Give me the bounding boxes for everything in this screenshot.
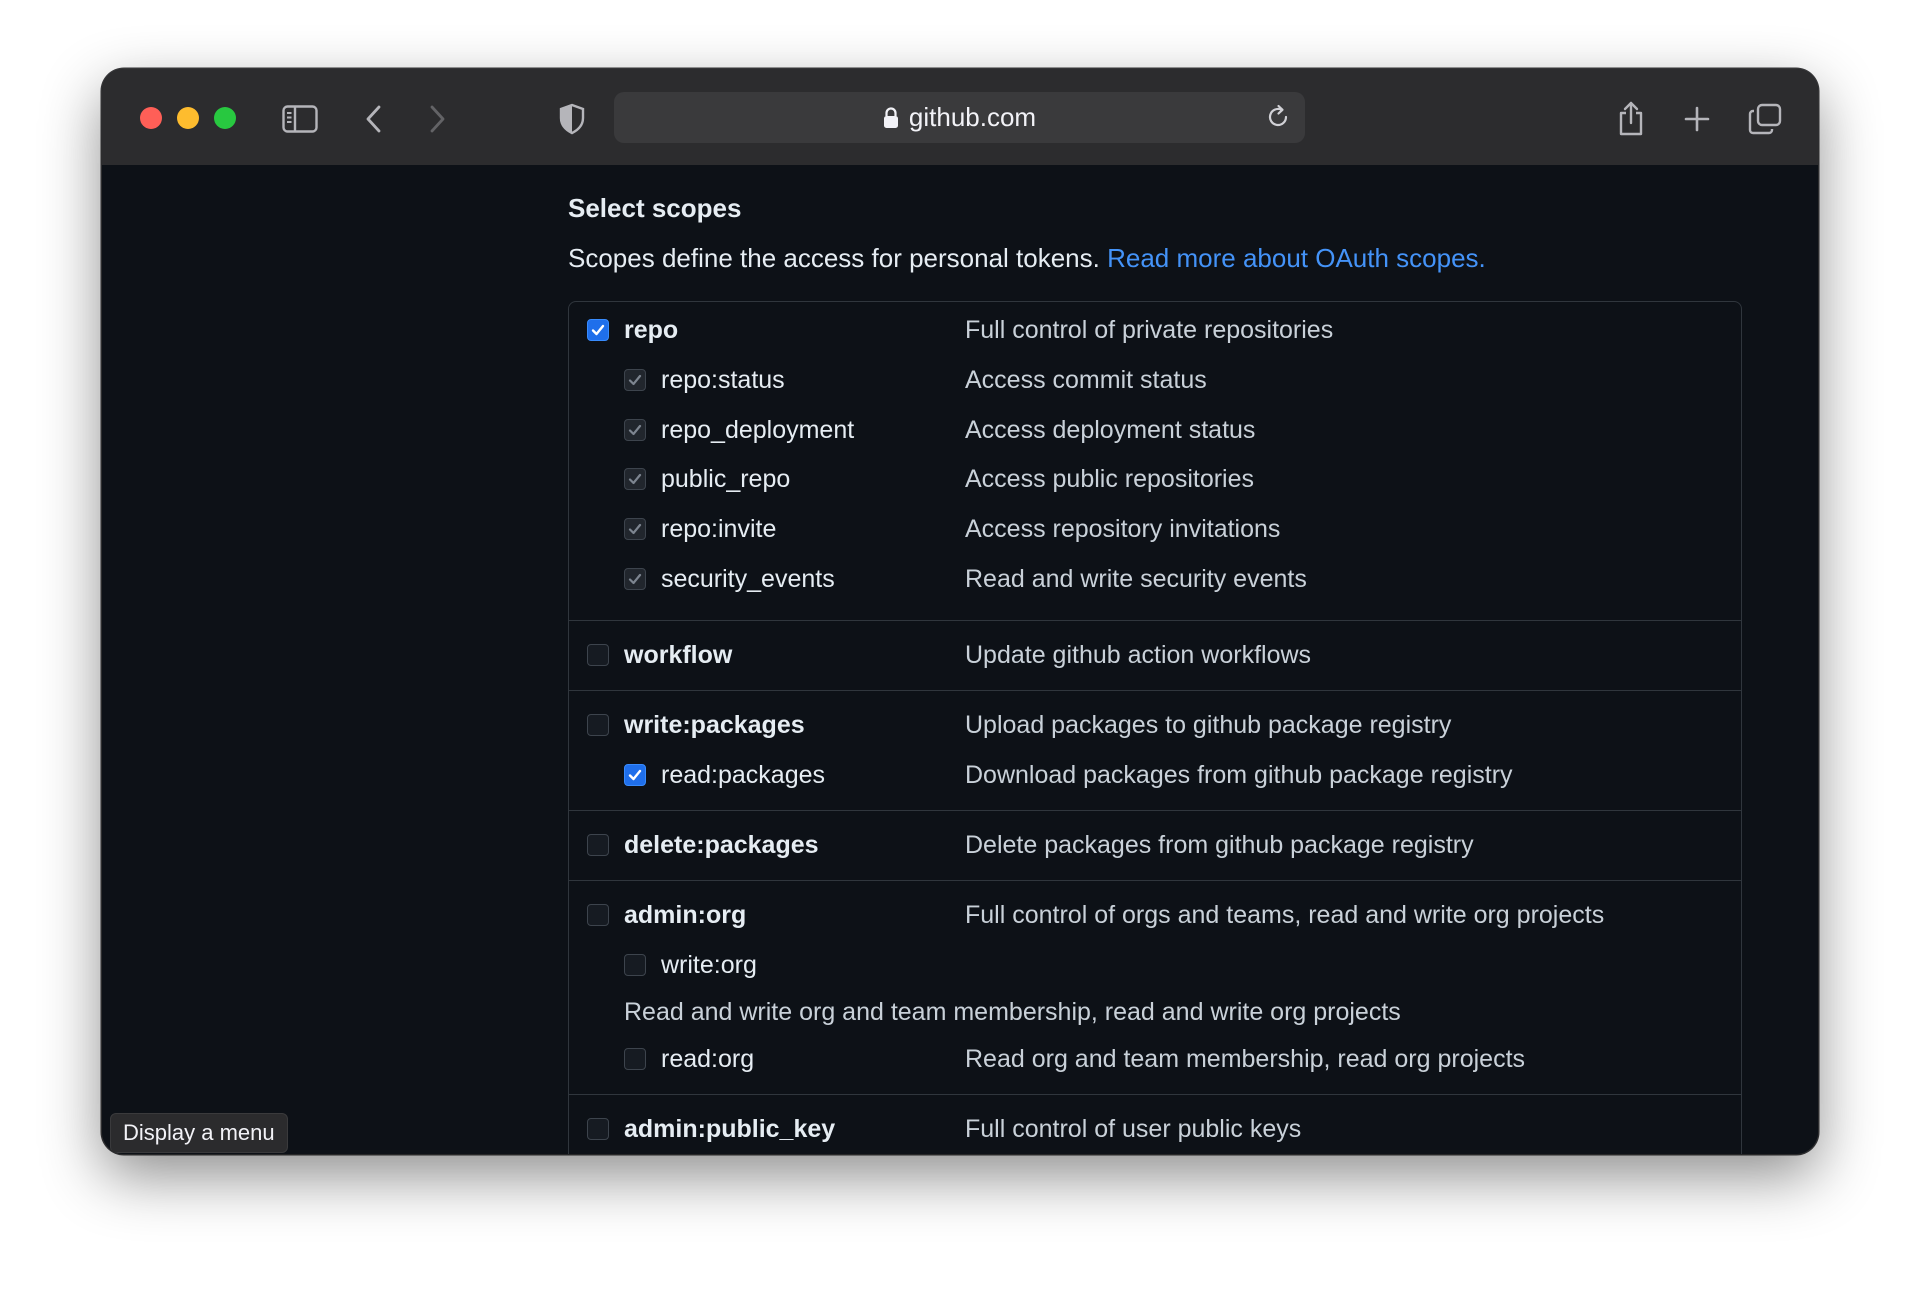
- address-bar[interactable]: github.com: [614, 92, 1305, 143]
- browser-window: github.com Select scopes Scopes define t…: [102, 69, 1818, 1154]
- scope-name: read:org: [661, 1045, 755, 1073]
- scope-group-admin-public-key: admin:public_key Full control of user pu…: [569, 1094, 1741, 1154]
- address-display: github.com: [614, 92, 1305, 143]
- scopes-intro-text: Scopes define the access for personal to…: [568, 243, 1100, 273]
- lock-icon: [883, 106, 899, 129]
- browser-toolbar: github.com: [102, 69, 1818, 166]
- select-scopes-heading: Select scopes: [568, 193, 742, 223]
- scope-description: Upload packages to github package regist…: [965, 711, 1452, 739]
- page-content: Select scopes Scopes define the access f…: [102, 165, 1818, 1154]
- scope-row-read-org: read:org Read org and team membership, r…: [569, 1035, 1741, 1083]
- scope-description: Read org and team membership, read org p…: [965, 1045, 1526, 1073]
- share-icon[interactable]: [1611, 99, 1651, 139]
- repo-deployment-checkbox[interactable]: [624, 419, 646, 441]
- scope-name: repo: [624, 316, 679, 344]
- scope-description: Full control of user public keys: [965, 1115, 1302, 1143]
- scope-name: workflow: [624, 641, 733, 669]
- delete-packages-checkbox[interactable]: [587, 834, 609, 856]
- scope-row-repo-deployment: repo_deployment Access deployment status: [569, 406, 1741, 454]
- oauth-scopes-link[interactable]: Read more about OAuth scopes.: [1107, 243, 1486, 273]
- repo-status-checkbox[interactable]: [624, 369, 646, 391]
- scope-group-delete-packages: delete:packages Delete packages from git…: [569, 810, 1741, 881]
- scope-name: repo:status: [661, 366, 785, 394]
- admin-public-key-checkbox[interactable]: [587, 1118, 609, 1140]
- scope-group-write-packages: write:packages Upload packages to github…: [569, 690, 1741, 811]
- minimize-window-button[interactable]: [177, 107, 199, 129]
- scope-name: write:packages: [624, 711, 805, 739]
- tab-overview-icon[interactable]: [1745, 99, 1785, 139]
- write-org-checkbox[interactable]: [624, 954, 646, 976]
- scope-row-write-packages: write:packages Upload packages to github…: [569, 701, 1741, 749]
- scope-name: public_repo: [661, 465, 791, 493]
- scope-name: admin:public_key: [624, 1115, 836, 1143]
- scope-row-delete-packages: delete:packages Delete packages from git…: [569, 821, 1741, 869]
- sidebar-toggle-icon[interactable]: [280, 99, 320, 139]
- scope-row-write-org: write:org: [569, 941, 1741, 989]
- privacy-shield-icon[interactable]: [552, 99, 592, 139]
- scope-row-public-repo: public_repo Access public repositories: [569, 455, 1741, 503]
- scope-row-repo: repo Full control of private repositorie…: [569, 306, 1741, 354]
- repo-invite-checkbox[interactable]: [624, 518, 646, 540]
- scope-description: Delete packages from github package regi…: [965, 831, 1474, 859]
- forward-icon[interactable]: [417, 99, 457, 139]
- scope-name: admin:org: [624, 901, 747, 929]
- scope-row-workflow: workflow Update github action workflows: [569, 631, 1741, 679]
- scope-name: security_events: [661, 565, 835, 593]
- display-menu-tooltip: Display a menu: [110, 1113, 288, 1153]
- scope-description: Access public repositories: [965, 465, 1255, 493]
- scope-name: repo_deployment: [661, 416, 855, 444]
- scope-description: Access deployment status: [965, 416, 1256, 444]
- public-repo-checkbox[interactable]: [624, 468, 646, 490]
- scope-name: read:packages: [661, 761, 826, 789]
- scope-row-admin-public-key: admin:public_key Full control of user pu…: [569, 1105, 1741, 1153]
- repo-checkbox[interactable]: [587, 319, 609, 341]
- scope-row-security-events: security_events Read and write security …: [569, 555, 1741, 603]
- scope-description: Download packages from github package re…: [965, 761, 1513, 789]
- write-packages-checkbox[interactable]: [587, 714, 609, 736]
- close-window-button[interactable]: [140, 107, 162, 129]
- scope-row-repo-invite: repo:invite Access repository invitation…: [569, 505, 1741, 553]
- read-org-checkbox[interactable]: [624, 1048, 646, 1070]
- scope-description: Update github action workflows: [965, 641, 1312, 669]
- read-packages-checkbox[interactable]: [624, 764, 646, 786]
- scope-name: delete:packages: [624, 831, 819, 859]
- admin-org-checkbox[interactable]: [587, 904, 609, 926]
- back-icon[interactable]: [354, 99, 394, 139]
- workflow-checkbox[interactable]: [587, 644, 609, 666]
- scopes-intro: Scopes define the access for personal to…: [568, 243, 1486, 274]
- scope-description: Read and write security events: [965, 565, 1307, 593]
- scope-row-repo-status: repo:status Access commit status: [569, 356, 1741, 404]
- write-org-description: Read and write org and team membership, …: [624, 998, 1401, 1026]
- scope-description: Access repository invitations: [965, 515, 1281, 543]
- reload-icon[interactable]: [1261, 100, 1295, 134]
- scopes-panel: repo Full control of private repositorie…: [568, 301, 1742, 1154]
- address-text: github.com: [908, 102, 1037, 132]
- zoom-window-button[interactable]: [214, 107, 236, 129]
- scope-description: Full control of private repositories: [965, 316, 1334, 344]
- security-events-checkbox[interactable]: [624, 568, 646, 590]
- scope-description: Full control of orgs and teams, read and…: [965, 901, 1605, 929]
- scope-row-admin-org: admin:org Full control of orgs and teams…: [569, 891, 1741, 939]
- scope-description: Access commit status: [965, 366, 1207, 394]
- scope-name: repo:invite: [661, 515, 777, 543]
- new-tab-icon[interactable]: [1677, 99, 1717, 139]
- scope-group-admin-org: admin:org Full control of orgs and teams…: [569, 880, 1741, 1095]
- scope-group-workflow: workflow Update github action workflows: [569, 620, 1741, 691]
- scope-group-repo: repo Full control of private repositorie…: [569, 302, 1741, 621]
- scope-row-read-packages: read:packages Download packages from git…: [569, 751, 1741, 799]
- scope-name: write:org: [661, 951, 757, 979]
